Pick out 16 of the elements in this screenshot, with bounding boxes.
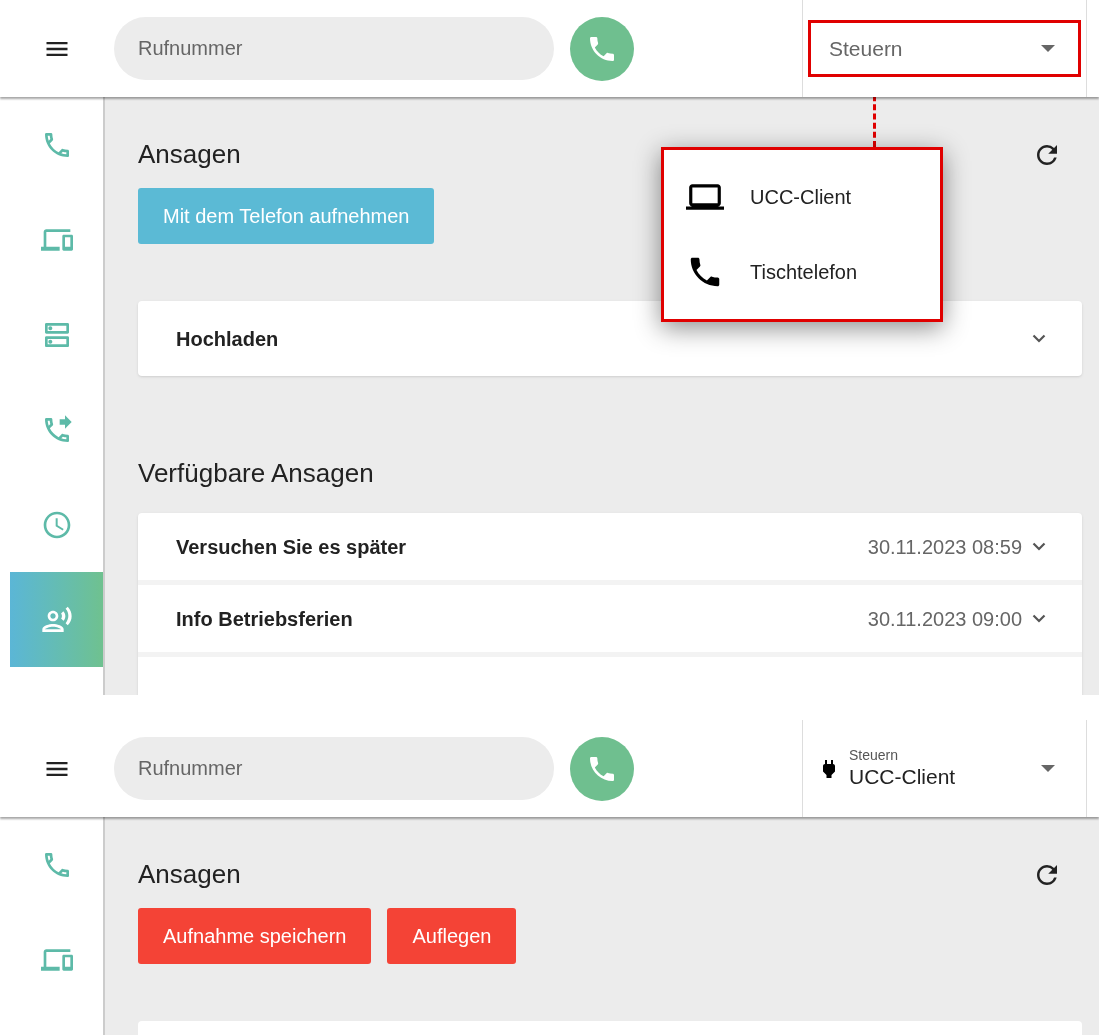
control-select[interactable]: Steuern — [808, 20, 1081, 77]
upload-panel[interactable]: Hochladen — [138, 301, 1082, 376]
menu-item[interactable]: UCC-Client — [664, 159, 940, 235]
sidebar-item[interactable] — [10, 572, 103, 667]
announcement-row[interactable]: Versuchen Sie es später 30.11.2023 08:59 — [138, 513, 1082, 585]
dropdown-caret-icon — [1041, 45, 1055, 52]
page-title: Ansagen — [138, 138, 241, 171]
action-button[interactable]: Aufnahme speichern — [138, 908, 372, 964]
control-select[interactable]: Steuern UCC-Client — [808, 740, 1081, 797]
action-button[interactable]: Auflegen — [387, 908, 517, 964]
page-title: Ansagen — [138, 858, 241, 891]
phone-number-field[interactable]: Rufnummer — [114, 737, 554, 800]
announcement-row[interactable]: Info Betriebsferien 30.11.2023 09:00 — [138, 585, 1082, 657]
dropdown-caret-icon — [1041, 765, 1055, 772]
section-title: Verfügbare Ansagen — [138, 457, 375, 490]
phone-number-field[interactable]: Rufnummer — [114, 17, 554, 80]
